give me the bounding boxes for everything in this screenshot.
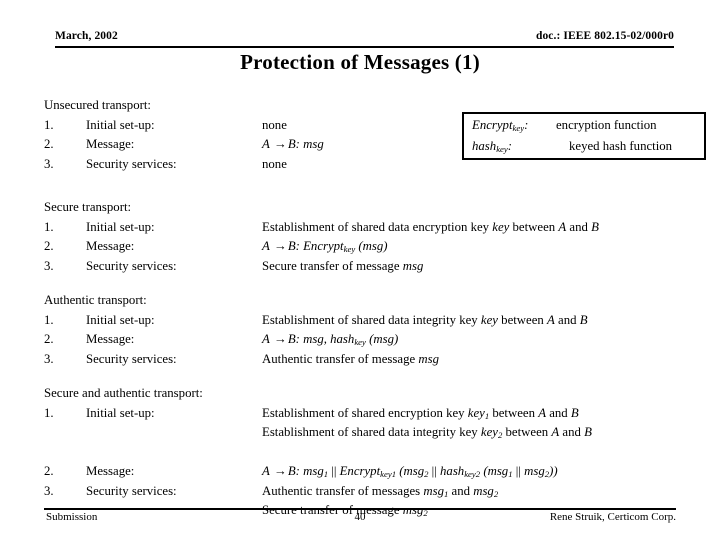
- header-date: March, 2002: [55, 30, 118, 42]
- footer-author: Rene Struik, Certicom Corp.: [549, 511, 676, 523]
- footer-rule: [44, 508, 676, 510]
- section-authentic-transport: Authentic transport: 1. Initial set-up: Es…: [44, 291, 720, 369]
- page-title: Protection of Messages (1): [240, 50, 480, 74]
- item-value-line: none: [262, 156, 287, 171]
- section-heading: Secure and authentic transport:: [44, 386, 203, 400]
- item-number: 1.: [44, 219, 54, 234]
- numbered-item: 1. Initial set-up: Establishment of shared…: [44, 218, 720, 238]
- item-label: Message:: [86, 332, 135, 346]
- item-number: 3.: [44, 483, 54, 498]
- item-value: Establishment of shared data encryption …: [262, 218, 720, 238]
- numbered-item: 1. Initial set-up: Establishment of shared…: [44, 404, 720, 443]
- item-value: Establishment of shared data integrity k…: [262, 311, 720, 331]
- numbered-item: 2. Message: A →B: msg: [44, 135, 720, 155]
- item-value: Secure transfer of message msg: [262, 257, 720, 277]
- item-label: Message:: [86, 137, 135, 151]
- numbered-item: 1. Initial set-up: Establishment of shared…: [44, 311, 720, 331]
- item-number: 2.: [44, 464, 54, 478]
- numbered-item: 1. Initial set-up: none: [44, 116, 720, 136]
- item-value-line: A →B: msg1 || Encryptkey1 (msg2 || hashk…: [262, 464, 558, 480]
- item-number: 3.: [44, 156, 54, 171]
- numbered-item: 3. Security services: Authentic transfer o…: [44, 350, 720, 370]
- item-value-line: Establishment of shared data encryption …: [262, 219, 599, 234]
- section-secure-authentic-transport: Secure and authentic transport: 1. Initia…: [44, 384, 720, 521]
- item-label: Initial set-up:: [86, 117, 155, 132]
- numbered-item: 2. Message: A →B: msg, hashkey (msg): [44, 330, 720, 350]
- item-value: Authentic transfer of message msg: [262, 350, 720, 370]
- section-items: 1. Initial set-up: none 2. Message: A →B: msg…: [44, 116, 720, 175]
- numbered-item: 3. Security services: Secure transfer of m…: [44, 257, 720, 277]
- item-number: 1.: [44, 117, 54, 132]
- item-value: Establishment of shared encryption key k…: [262, 404, 720, 443]
- item-label: Security services:: [86, 156, 177, 171]
- item-value: A →B: msg, hashkey (msg): [262, 330, 720, 350]
- item-label: Initial set-up:: [86, 312, 155, 327]
- item-label: Message:: [86, 464, 135, 478]
- item-value-line: none: [262, 117, 287, 132]
- item-value-line: Establishment of shared encryption key k…: [262, 405, 579, 421]
- item-number: 2.: [44, 239, 54, 253]
- header-doc-number: doc.: IEEE 802.15-02/000r0: [535, 30, 674, 42]
- item-value: A →B: msg: [262, 135, 720, 155]
- item-value: A →B: msg1 || Encryptkey1 (msg2 || hashk…: [262, 462, 720, 482]
- section-items: 1. Initial set-up: Establishment of shared…: [44, 404, 720, 521]
- item-number: 2.: [44, 332, 54, 346]
- item-value: none: [262, 155, 720, 175]
- section-unsecured-transport: Unsecured transport: 1. Initial set-up: no…: [44, 96, 720, 174]
- item-label: Message:: [86, 239, 135, 253]
- item-number: 3.: [44, 351, 54, 366]
- section-items: 1. Initial set-up: Establishment of shared…: [44, 218, 720, 277]
- item-number: 1.: [44, 405, 54, 420]
- numbered-item: 2. Message: A →B: msg1 || Encryptkey1 (msg…: [44, 462, 720, 482]
- item-label: Security services:: [86, 258, 177, 273]
- item-value-line: A →B: Encryptkey (msg): [262, 239, 388, 255]
- item-value: A →B: Encryptkey (msg): [262, 237, 720, 257]
- numbered-item: 3. Security services: none: [44, 155, 720, 175]
- item-value: none: [262, 116, 720, 136]
- item-label: Initial set-up:: [86, 405, 155, 420]
- item-label: Security services:: [86, 483, 177, 498]
- item-value-line: A →B: msg: [262, 137, 324, 151]
- item-number: 1.: [44, 312, 54, 327]
- section-heading: Authentic transport:: [44, 293, 147, 307]
- item-value-line: A →B: msg, hashkey (msg): [262, 332, 399, 348]
- slide-canvas: March, 2002 doc.: IEEE 802.15-02/000r0 P…: [0, 0, 720, 540]
- item-label: Initial set-up:: [86, 219, 155, 234]
- item-value-line: Authentic transfer of message msg: [262, 351, 439, 366]
- item-value-line: Establishment of shared data integrity k…: [262, 312, 588, 327]
- item-number: 2.: [44, 137, 54, 151]
- header-rule: [55, 46, 674, 48]
- section-secure-transport: Secure transport: 1. Initial set-up: Estab…: [44, 198, 720, 276]
- item-label: Security services:: [86, 351, 177, 366]
- item-value-line: Authentic transfer of messages msg1 and …: [262, 483, 499, 499]
- section-heading: Secure transport:: [44, 200, 132, 214]
- numbered-item: 2. Message: A →B: Encryptkey (msg): [44, 237, 720, 257]
- item-number: 3.: [44, 258, 54, 273]
- section-items: 1. Initial set-up: Establishment of shared…: [44, 311, 720, 370]
- section-heading: Unsecured transport:: [44, 98, 151, 112]
- item-value-line: Establishment of shared data integrity k…: [262, 425, 592, 441]
- item-value-line: Secure transfer of message msg: [262, 258, 424, 273]
